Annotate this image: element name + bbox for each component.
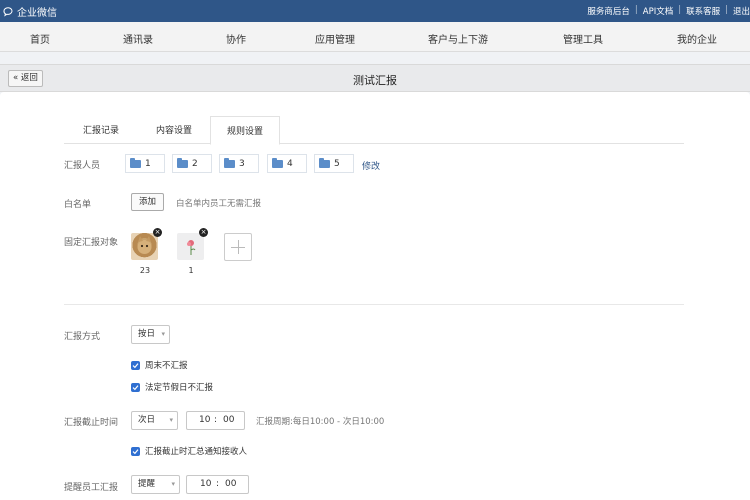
targets-label: 固定汇报对象 xyxy=(64,238,119,248)
method-select[interactable]: 按日 ▾ xyxy=(131,325,170,344)
reminder-value: 提醒 xyxy=(138,479,156,489)
add-whitelist-button[interactable]: 添加 xyxy=(131,193,165,211)
minute-value: 00 xyxy=(225,479,237,489)
nav-item-my-company[interactable]: 我的企业 xyxy=(677,31,717,46)
deadline-day-select[interactable]: 次日 ▾ xyxy=(131,411,178,430)
wecom-logo-icon xyxy=(3,6,13,16)
folder-icon xyxy=(130,157,141,168)
method-value: 按日 xyxy=(138,329,156,339)
minute-value: 00 xyxy=(223,415,235,425)
reporter-chip[interactable]: 5 xyxy=(314,154,354,173)
tab-rule-settings[interactable]: 规则设置 xyxy=(210,116,281,145)
reminder-time-input[interactable]: 10 : 00 xyxy=(186,475,249,494)
separator: | xyxy=(634,5,638,15)
checkbox-checked-icon xyxy=(131,382,140,392)
deadline-time-input[interactable]: 10 : 00 xyxy=(186,411,245,430)
caret-down-icon: ▾ xyxy=(161,330,165,338)
chip-label: 1 xyxy=(145,158,151,169)
settings-card: 汇报记录 内容设置 规则设置 汇报人员 1 2 3 4 5 修改 白名单 添加 … xyxy=(0,92,750,500)
caret-down-icon: ▾ xyxy=(171,480,175,488)
checkbox-checked-icon xyxy=(131,360,140,370)
remove-target-button[interactable]: × xyxy=(199,228,208,237)
main-nav: 首页 通讯录 协作 应用管理 客户与上下游 管理工具 我的企业 xyxy=(0,22,750,52)
notify-checkbox[interactable]: 汇报截止时汇总通知接收人 xyxy=(131,445,247,457)
time-separator: : xyxy=(214,415,218,425)
tab-bar: 汇报记录 内容设置 规则设置 xyxy=(64,116,684,145)
nav-item-app-management[interactable]: 应用管理 xyxy=(315,31,355,46)
deadline-day-value: 次日 xyxy=(138,415,156,425)
link-api-docs[interactable]: API文档 xyxy=(643,5,673,17)
checkbox-label: 法定节假日不汇报 xyxy=(145,383,214,393)
reporter-chip[interactable]: 1 xyxy=(125,154,165,173)
brand[interactable]: 企业微信 xyxy=(2,4,57,19)
nav-item-home[interactable]: 首页 xyxy=(30,31,50,46)
folder-icon xyxy=(319,157,330,168)
holiday-checkbox[interactable]: 法定节假日不汇报 xyxy=(131,381,213,393)
method-label: 汇报方式 xyxy=(64,332,101,342)
time-separator: : xyxy=(216,479,220,489)
reporters-label: 汇报人员 xyxy=(64,161,101,171)
edit-reporters-link[interactable]: 修改 xyxy=(362,159,380,172)
cat-avatar-icon xyxy=(137,236,152,254)
separator: | xyxy=(725,5,728,15)
chip-label: 4 xyxy=(287,158,293,169)
nav-item-contacts[interactable]: 通讯录 xyxy=(123,31,153,46)
hour-value: 10 xyxy=(199,415,211,425)
checkbox-checked-icon xyxy=(131,446,140,456)
nav-item-collaboration[interactable]: 协作 xyxy=(226,31,246,46)
page-header: « 返回 测试汇报 xyxy=(0,64,750,92)
reminder-label: 提醒员工汇报 xyxy=(64,483,119,493)
checkbox-label: 汇报截止时汇总通知接收人 xyxy=(145,447,248,457)
reporter-chip[interactable]: 3 xyxy=(219,154,259,173)
whitelist-label: 白名单 xyxy=(64,200,92,210)
divider xyxy=(64,304,684,305)
checkbox-label: 周末不汇报 xyxy=(145,361,188,371)
separator: | xyxy=(678,5,682,15)
chip-label: 5 xyxy=(334,158,340,169)
nav-item-customers[interactable]: 客户与上下游 xyxy=(428,31,488,46)
folder-icon xyxy=(224,157,235,168)
page-title: 测试汇报 xyxy=(353,74,397,87)
target-name: 23 xyxy=(139,266,151,275)
tab-content-settings[interactable]: 内容设置 xyxy=(156,123,192,136)
chip-label: 2 xyxy=(192,158,198,169)
cat-avatar xyxy=(131,233,158,260)
top-links: 服务商后台 | API文档 | 联系客服 | 退出 xyxy=(587,5,750,17)
folder-icon xyxy=(272,157,283,168)
link-contact-support[interactable]: 联系客服 xyxy=(686,5,720,17)
weekend-checkbox[interactable]: 周末不汇报 xyxy=(131,359,188,371)
hour-value: 10 xyxy=(200,479,212,489)
folder-icon xyxy=(177,157,188,168)
reporter-chip[interactable]: 4 xyxy=(267,154,307,173)
top-bar: 企业微信 服务商后台 | API文档 | 联系客服 | 退出 xyxy=(0,0,750,22)
add-target-button[interactable] xyxy=(224,233,252,261)
link-logout[interactable]: 退出 xyxy=(733,5,750,17)
link-provider-console[interactable]: 服务商后台 xyxy=(587,5,630,17)
tab-records[interactable]: 汇报记录 xyxy=(83,123,119,136)
target-name: 1 xyxy=(188,266,194,275)
caret-down-icon: ▾ xyxy=(169,416,173,424)
flower-avatar xyxy=(177,233,204,260)
flower-avatar-icon xyxy=(186,239,195,255)
chip-label: 3 xyxy=(239,158,245,169)
reporter-chip[interactable]: 2 xyxy=(172,154,212,173)
brand-name: 企业微信 xyxy=(17,8,57,19)
remove-target-button[interactable]: × xyxy=(153,228,162,237)
whitelist-hint: 白名单内员工无需汇报 xyxy=(176,199,262,209)
nav-item-management-tools[interactable]: 管理工具 xyxy=(563,31,603,46)
deadline-label: 汇报截止时间 xyxy=(64,418,119,428)
reminder-select[interactable]: 提醒 ▾ xyxy=(131,475,180,494)
deadline-hint: 汇报周期:每日10:00 - 次日10:00 xyxy=(256,417,385,427)
